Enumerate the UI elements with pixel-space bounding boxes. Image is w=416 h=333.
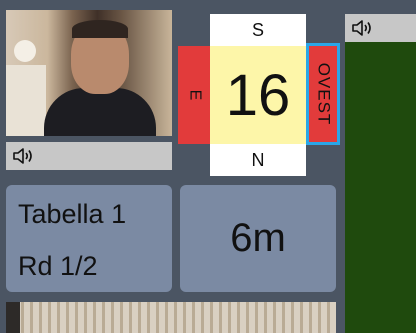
player-video-top-left: [6, 10, 172, 136]
timer-value: 6m: [230, 216, 286, 260]
player-video-bottom: [6, 302, 336, 333]
timer-panel: 6m: [180, 185, 336, 292]
round-label: Rd 1/2: [18, 251, 98, 281]
compass-east-label: E: [185, 89, 203, 101]
player-video-right: [345, 42, 416, 333]
compass-east: E: [178, 46, 210, 144]
speaker-icon[interactable]: [351, 18, 373, 38]
audio-bar-left[interactable]: [6, 142, 172, 170]
table-compass: S E 16 OVEST N: [178, 14, 343, 176]
speaker-icon[interactable]: [12, 146, 34, 166]
table-label: Tabella 1: [18, 199, 127, 229]
compass-south: S: [210, 14, 306, 46]
compass-board-number: 16: [210, 46, 306, 144]
compass-west-active: OVEST: [306, 43, 340, 145]
table-info-panel: Tabella 1 Rd 1/2: [6, 185, 172, 292]
compass-west-label: OVEST: [314, 62, 333, 126]
player-right-column: [345, 14, 416, 333]
compass-north: N: [210, 144, 306, 176]
audio-bar-right[interactable]: [345, 14, 416, 42]
